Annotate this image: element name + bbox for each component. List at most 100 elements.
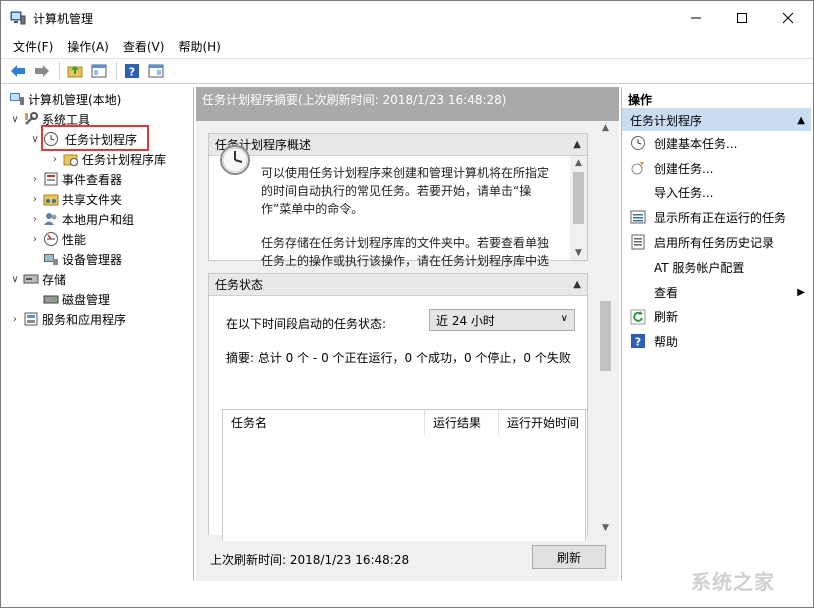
scroll-up-icon[interactable]: ▲	[597, 123, 614, 133]
disk-icon	[43, 295, 59, 304]
scroll-up-icon[interactable]: ▲	[570, 158, 587, 168]
collapse-icon[interactable]: ▲	[797, 115, 805, 126]
toolbar-separator	[59, 62, 60, 80]
actions-group-task-scheduler[interactable]: 任务计划程序 ▲	[622, 109, 811, 131]
action-help[interactable]: ? 帮助	[622, 329, 811, 354]
help-toolbar-button[interactable]: ?	[121, 60, 143, 82]
watermark-text: 系统之家	[691, 570, 775, 594]
device-manager-icon	[44, 254, 58, 265]
scroll-down-icon[interactable]: ▼	[597, 523, 614, 533]
center-pane: 任务计划程序摘要(上次刷新时间: 2018/1/23 16:48:28) 任务计…	[196, 87, 619, 581]
refresh-button[interactable]: 刷新	[532, 545, 606, 569]
action-label: 显示所有正在运行的任务	[654, 211, 787, 226]
tree-item-storage[interactable]: ∨ 存储	[9, 269, 66, 289]
overview-section: 任务计划程序概述 ▲ 可以使用任务计划程序来创建和管理计算机将在所指定的时间自动…	[208, 133, 588, 268]
chevron-right-icon[interactable]: ›	[9, 314, 21, 325]
tree-item-root[interactable]: 计算机管理(本地)	[7, 89, 121, 109]
close-button[interactable]	[765, 1, 811, 35]
menu-help[interactable]: 帮助(H)	[172, 35, 226, 57]
action-refresh[interactable]: 刷新	[622, 305, 811, 330]
create-task-icon	[631, 161, 644, 175]
task-history-icon	[631, 234, 645, 250]
status-period-dropdown[interactable]: 近 24 小时 ∨	[429, 309, 575, 331]
event-viewer-icon	[44, 172, 58, 186]
column-header-task-name[interactable]: 任务名	[223, 410, 425, 435]
task-summary-text: 摘要: 总计 0 个 - 0 个正在运行，0 个成功，0 个停止，0 个失败	[226, 351, 571, 365]
tree-item-device-manager[interactable]: 设备管理器	[41, 249, 122, 269]
tree-label: 性能	[62, 232, 87, 247]
chevron-right-icon: ▶	[797, 286, 805, 298]
chevron-right-icon[interactable]: ›	[29, 214, 41, 225]
computer-management-icon	[10, 93, 24, 105]
chevron-right-icon[interactable]: ›	[49, 154, 61, 165]
action-create-task[interactable]: 创建任务...	[622, 156, 811, 181]
menu-action[interactable]: 操作(A)	[61, 35, 115, 57]
folder-up-icon	[67, 66, 83, 78]
overview-section-title[interactable]: 任务计划程序概述 ▲	[209, 134, 587, 156]
chevron-right-icon[interactable]: ›	[29, 174, 41, 185]
window-title: 计算机管理	[33, 12, 94, 26]
toolbar-separator	[116, 62, 117, 80]
column-header-run-result[interactable]: 运行结果	[425, 410, 499, 435]
tree-label: 计算机管理(本地)	[28, 92, 122, 107]
tree-item-task-scheduler-library[interactable]: › 任务计划程序库	[49, 149, 166, 169]
action-enable-task-history[interactable]: 启用所有任务历史记录	[622, 230, 811, 255]
running-tasks-icon	[630, 210, 646, 224]
maximize-button[interactable]	[719, 1, 765, 35]
action-import-task[interactable]: 导入任务...	[622, 181, 811, 206]
center-footer: 上次刷新时间: 2018/1/23 16:48:28 刷新	[196, 541, 619, 581]
overview-scrollbar[interactable]: ▲ ▼	[570, 156, 587, 260]
minimize-icon	[691, 17, 701, 19]
action-view[interactable]: 查看 ▶	[622, 280, 811, 305]
toolbar: ?	[1, 58, 813, 84]
tree-item-performance[interactable]: › 性能	[29, 229, 86, 249]
tree-label: 服务和应用程序	[42, 312, 127, 327]
show-action-pane-button[interactable]	[145, 60, 167, 82]
tree-item-services-apps[interactable]: › 服务和应用程序	[9, 309, 126, 329]
collapse-icon[interactable]: ▲	[573, 139, 581, 150]
table-header: 任务名 运行结果 运行开始时间	[223, 410, 585, 436]
actions-group-label: 任务计划程序	[630, 113, 703, 128]
chevron-right-icon[interactable]: ›	[29, 234, 41, 245]
tree-item-event-viewer[interactable]: › 事件查看器	[29, 169, 122, 189]
scroll-thumb[interactable]	[573, 172, 584, 224]
action-show-running-tasks[interactable]: 显示所有正在运行的任务	[622, 205, 811, 230]
forward-button[interactable]	[31, 60, 53, 82]
menu-bar: 文件(F) 操作(A) 查看(V) 帮助(H)	[1, 35, 813, 57]
chevron-down-icon[interactable]: ∨	[9, 114, 21, 125]
task-status-section-title[interactable]: 任务状态 ▲	[209, 274, 587, 296]
menu-view[interactable]: 查看(V)	[117, 35, 171, 57]
action-label: 帮助	[654, 335, 679, 350]
actions-pane: 操作 任务计划程序 ▲ 创建基本任务... 创建任务... 导入任务... 显示…	[621, 87, 811, 581]
up-folder-button[interactable]	[64, 60, 86, 82]
column-header-run-start-time[interactable]: 运行开始时间	[499, 410, 585, 435]
tree-item-shared-folders[interactable]: › 共享文件夹	[29, 189, 122, 209]
minimize-button[interactable]	[673, 1, 719, 35]
menu-file[interactable]: 文件(F)	[7, 35, 59, 57]
svg-text:?: ?	[129, 66, 135, 79]
performance-icon	[44, 232, 58, 246]
chevron-down-icon[interactable]: ∨	[29, 134, 41, 145]
task-status-table: 任务名 运行结果 运行开始时间	[222, 409, 586, 559]
section-title-text: 任务状态	[215, 278, 264, 292]
chevron-right-icon[interactable]: ›	[29, 194, 41, 205]
console-tree-icon	[91, 64, 107, 78]
collapse-icon[interactable]: ▲	[573, 279, 581, 290]
scroll-thumb[interactable]	[600, 301, 611, 371]
tree-item-local-users-groups[interactable]: › 本地用户和组	[29, 209, 134, 229]
scroll-down-icon[interactable]: ▼	[570, 248, 587, 258]
selection-highlight-box	[41, 125, 149, 151]
tree-label: 本地用户和组	[62, 212, 135, 227]
tree-item-disk-management[interactable]: 磁盘管理	[41, 289, 110, 309]
action-label: 创建任务...	[654, 161, 714, 176]
app-window: 计算机管理 文件(F) 操作(A) 查看(V) 帮助(H) ? 计算机管理(本地…	[0, 0, 814, 608]
show-hide-tree-button[interactable]	[88, 60, 110, 82]
action-create-basic-task[interactable]: 创建基本任务...	[622, 131, 811, 156]
action-at-service-account-config[interactable]: AT 服务帐户配置	[622, 255, 811, 280]
chevron-down-icon[interactable]: ∨	[9, 274, 21, 285]
action-label: 刷新	[654, 310, 679, 325]
tools-icon	[25, 112, 38, 125]
center-scrollbar[interactable]: ▲ ▼	[597, 121, 614, 535]
tree-label: 磁盘管理	[62, 292, 111, 307]
back-button[interactable]	[7, 60, 29, 82]
